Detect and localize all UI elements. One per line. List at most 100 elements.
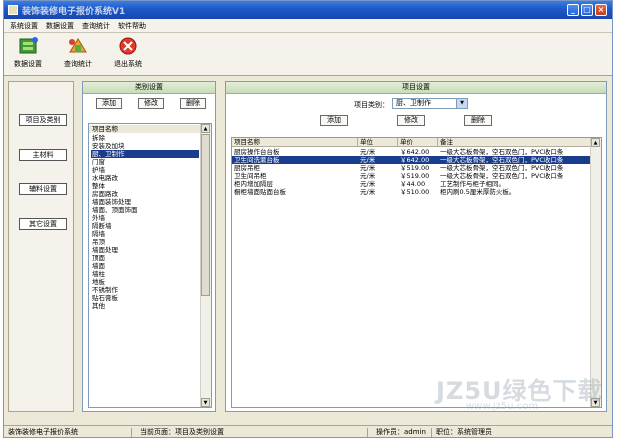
category-list-item[interactable]: 其他 [91, 302, 199, 310]
table-row[interactable]: 橱柜墙面贴面台板 元/米 ￥510.00 柜内刷0.5厘米厚防火板。 [232, 188, 590, 196]
scroll-up-icon[interactable]: ▲ [591, 138, 600, 147]
app-icon [8, 5, 18, 15]
cell-price: ￥44.00 [400, 180, 426, 188]
exit-label: 退出系统 [114, 60, 142, 68]
column-header-name[interactable]: 项目名称 [232, 138, 358, 147]
category-edit-button[interactable]: 修改 [138, 98, 164, 109]
nav-auxiliary-material[interactable]: 辅料设置 [19, 183, 67, 195]
query-stats-button[interactable]: 查询统计 [58, 36, 98, 72]
cell-note: 一级大芯板骨架，空石双色门，PVC收口条 [440, 148, 564, 156]
cell-note: 柜内刷0.5厘米厚防火板。 [440, 188, 516, 196]
category-list-item[interactable]: 隔墙 [91, 230, 199, 238]
category-list-item[interactable]: 墙面处理 [91, 246, 199, 254]
category-list-item[interactable]: 房面路改 [91, 190, 199, 198]
exit-icon [119, 37, 137, 55]
cell-price: ￥519.00 [400, 164, 430, 172]
table-row[interactable]: 卫生间洗漱台板 元/米 ￥642.00 一级大芯板骨架，空石双色门，PVC收口条 [232, 156, 590, 164]
category-list-item[interactable]: 地板 [91, 278, 199, 286]
menu-data-settings[interactable]: 数据设置 [46, 21, 74, 31]
category-list-item[interactable]: 墙面 [91, 262, 199, 270]
category-list-item[interactable]: 墙面、顶面饰面 [91, 206, 199, 214]
cell-unit: 元/米 [360, 148, 376, 156]
category-list-item[interactable]: 吊顶 [91, 238, 199, 246]
project-delete-button[interactable]: 删除 [464, 115, 492, 126]
category-list[interactable]: 项目名称 拆除 安装及加块 厨、卫制作 门窗 护墙 水电路改 整体 房面路改 墙面装饰处理 墙面、… [88, 123, 212, 408]
chevron-down-icon[interactable]: ▼ [456, 99, 467, 108]
project-add-button[interactable]: 添加 [320, 115, 348, 126]
exit-button[interactable]: 退出系统 [108, 36, 148, 72]
category-delete-button[interactable]: 删除 [180, 98, 206, 109]
category-add-button[interactable]: 添加 [96, 98, 122, 109]
category-list-item[interactable]: 贴石膏板 [91, 294, 199, 302]
status-app-name: 装饰装修电子报价系统 [6, 428, 132, 437]
maximize-button[interactable]: □ [581, 4, 593, 16]
menu-bar: 系统设置 数据设置 查询统计 软件帮助 [4, 19, 612, 33]
cell-note: 一级大芯板骨架，空石双色门，PVC收口条 [440, 164, 564, 172]
cell-price: ￥519.00 [400, 172, 430, 180]
toolbar: 数据设置 查询统计 退出系统 [4, 33, 612, 76]
table-row[interactable]: 厨房操作台台板 元/米 ￥642.00 一级大芯板骨架，空石双色门，PVC收口条 [232, 148, 590, 156]
minimize-button[interactable]: _ [567, 4, 579, 16]
column-header-note[interactable]: 备注 [438, 138, 592, 147]
category-list-item[interactable]: 顶面 [91, 254, 199, 262]
category-list-item[interactable]: 护墙 [91, 166, 199, 174]
project-panel: 项目设置 项目类别： 厨、卫制作 ▼ 添加 修改 删除 项目名称 单位 单价 备… [225, 81, 607, 412]
category-list-item[interactable]: 拆除 [91, 134, 199, 142]
category-list-item[interactable]: 整体 [91, 182, 199, 190]
cell-unit: 元/米 [360, 156, 376, 164]
data-settings-button[interactable]: 数据设置 [8, 36, 48, 72]
cell-note: 一级大芯板骨架，空石双色门，PVC收口条 [440, 156, 564, 164]
category-list-item[interactable]: 水电路改 [91, 174, 199, 182]
cell-name: 卫生间洗漱台板 [234, 156, 280, 164]
project-category-value: 厨、卫制作 [396, 99, 431, 107]
close-button[interactable]: × [595, 4, 607, 16]
title-bar: 装饰装修电子报价系统V1 _ □ × [4, 1, 612, 19]
status-operator: 操作员：admin [374, 428, 432, 437]
status-role: 职位：系统管理员 [436, 428, 492, 436]
project-panel-title: 项目设置 [226, 82, 606, 94]
cell-price: ￥510.00 [400, 188, 430, 196]
scroll-thumb[interactable] [201, 134, 210, 296]
status-bar: 装饰装修电子报价系统 当前页面：项目及类别设置 操作员：admin 职位：系统管… [4, 425, 612, 437]
category-list-item[interactable]: 安装及加块 [91, 142, 199, 150]
category-list-item[interactable]: 墙面装饰处理 [91, 198, 199, 206]
status-current-page: 当前页面：项目及类别设置 [138, 428, 368, 437]
category-list-item[interactable]: 门窗 [91, 158, 199, 166]
nav-project-category[interactable]: 项目及类别 [19, 114, 67, 126]
column-header-price[interactable]: 单价 [398, 138, 438, 147]
category-list-item[interactable]: 隔断墙 [91, 222, 199, 230]
menu-system-settings[interactable]: 系统设置 [10, 21, 38, 31]
category-list-item[interactable]: 厨、卫制作 [91, 150, 199, 158]
project-scrollbar[interactable]: ▲ ▼ [590, 138, 601, 407]
query-stats-icon [69, 38, 87, 53]
cell-price: ￥642.00 [400, 156, 430, 164]
scroll-down-icon[interactable]: ▼ [201, 398, 210, 407]
nav-other-settings[interactable]: 其它设置 [19, 218, 67, 230]
project-table[interactable]: 项目名称 单位 单价 备注 厨房操作台台板 元/米 ￥642.00 一级大芯板骨架，空… [231, 137, 602, 408]
project-edit-button[interactable]: 修改 [397, 115, 425, 126]
cell-unit: 元/米 [360, 188, 376, 196]
app-window: 装饰装修电子报价系统V1 _ □ × 系统设置 数据设置 查询统计 软件帮助 数… [3, 0, 613, 438]
table-row[interactable]: 柜内增加隔层 元/米 ￥44.00 工艺制作与柜子相同。 [232, 180, 590, 188]
nav-main-material[interactable]: 主材料 [19, 149, 67, 161]
table-row[interactable]: 卫生间吊柜 元/米 ￥519.00 一级大芯板骨架，空石双色门，PVC收口条 [232, 172, 590, 180]
scroll-down-icon[interactable]: ▼ [591, 398, 600, 407]
menu-query-stats[interactable]: 查询统计 [82, 21, 110, 31]
category-scrollbar[interactable]: ▲ ▼ [200, 124, 211, 407]
column-header-unit[interactable]: 单位 [358, 138, 398, 147]
table-row[interactable]: 厨房吊柜 元/米 ￥519.00 一级大芯板骨架，空石双色门，PVC收口条 [232, 164, 590, 172]
cell-note: 一级大芯板骨架，空石双色门，PVC收口条 [440, 172, 564, 180]
cell-unit: 元/米 [360, 172, 376, 180]
category-panel: 类别设置 添加 修改 删除 项目名称 拆除 安装及加块 厨、卫制作 门窗 护墙 水电路改整… [82, 81, 216, 412]
scroll-up-icon[interactable]: ▲ [201, 124, 210, 133]
menu-help[interactable]: 软件帮助 [118, 21, 146, 31]
project-category-select[interactable]: 厨、卫制作 ▼ [392, 98, 468, 109]
category-list-item[interactable]: 墙柱 [91, 270, 199, 278]
category-list-item[interactable]: 外墙 [91, 214, 199, 222]
window-title: 装饰装修电子报价系统V1 [22, 7, 126, 17]
category-panel-title: 类别设置 [83, 82, 215, 94]
project-filter-label: 项目类别： [354, 101, 389, 109]
cell-note: 工艺制作与柜子相同。 [440, 180, 505, 188]
category-list-item[interactable]: 不锈制作 [91, 286, 199, 294]
cell-price: ￥642.00 [400, 148, 430, 156]
